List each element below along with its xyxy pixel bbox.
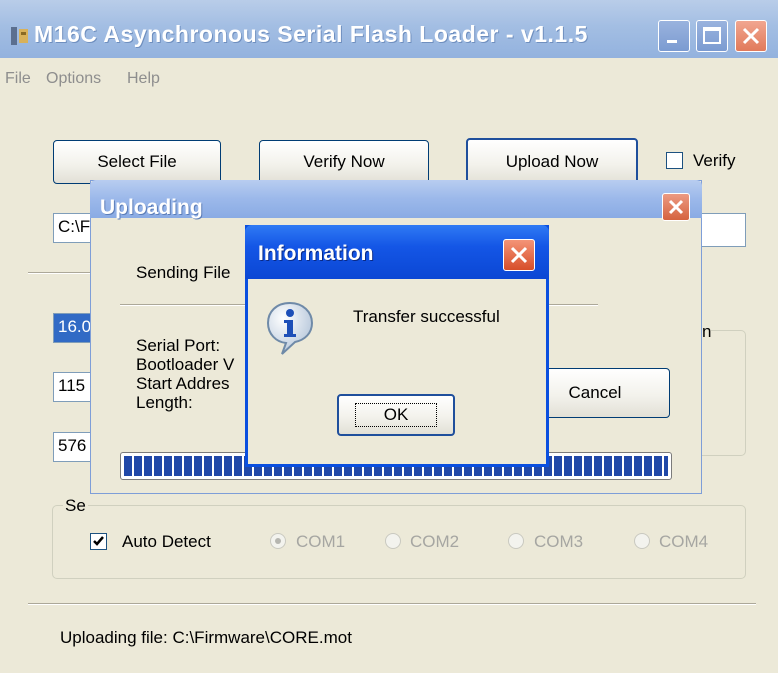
field-3[interactable]: 576 [53,432,93,462]
cancel-label: Cancel [568,383,622,402]
verify-checkbox[interactable] [666,152,683,169]
sending-file-label: Sending File [136,263,231,282]
menu-help[interactable]: Help [127,70,160,88]
length-label: Length: [136,393,193,412]
com1-label: COM1 [296,532,346,551]
menu-file[interactable]: File [5,70,31,88]
information-dialog-close-button[interactable] [503,239,535,271]
field-1[interactable]: 16.0 [53,313,93,343]
verify-now-label: Verify Now [303,152,385,171]
separator-top [28,272,92,274]
com1-radio[interactable] [270,533,286,549]
close-icon [510,246,528,264]
ok-button[interactable]: OK [337,394,455,436]
com3-label: COM3 [534,532,584,551]
status-text: Uploading file: C:\Firmware\CORE.mot [60,628,352,647]
serial-port-label: Serial Port: [136,336,221,355]
file-path-field-right[interactable] [700,213,746,247]
upload-now-button[interactable]: Upload Now [466,138,638,186]
verify-now-button[interactable]: Verify Now [259,140,429,184]
menu-bar [0,58,778,98]
ok-focus-rect: OK [354,403,438,427]
verify-checkbox-label: Verify [693,151,736,170]
com3-radio[interactable] [508,533,524,549]
auto-detect-checkbox[interactable] [90,533,107,550]
minimize-button[interactable] [658,20,690,52]
radio-selected-dot [275,538,281,544]
app-icon [11,27,28,45]
select-file-label: Select File [97,152,177,171]
checkmark-icon [93,536,104,546]
upload-info-labels: Serial Port: Bootloader V Start Addres L… [136,336,234,412]
com2-label: COM2 [410,532,460,551]
minimize-icon [667,40,677,43]
com4-label: COM4 [659,532,709,551]
start-address-label: Start Addres [136,374,230,393]
bootloader-version-label: Bootloader V [136,355,235,374]
upload-now-label: Upload Now [505,152,599,171]
close-icon [742,27,760,45]
menu-options[interactable]: Options [46,70,101,88]
information-dialog-title: Information [258,242,374,265]
com4-radio[interactable] [634,533,650,549]
maximize-icon [703,27,721,44]
serial-port-group-title: Se [63,496,88,516]
information-icon [266,301,314,355]
uploading-dialog-title: Uploading [100,196,203,219]
field-2[interactable]: 115 [53,372,93,402]
window-title: M16C Asynchronous Serial Flash Loader - … [34,21,588,47]
info-message: Transfer successful [353,307,500,326]
right-group-title: n [702,322,712,342]
maximize-button[interactable] [696,20,728,52]
select-file-button[interactable]: Select File [53,140,221,184]
close-button[interactable] [735,20,767,52]
auto-detect-label: Auto Detect [122,532,211,551]
close-icon [668,199,684,215]
com2-radio[interactable] [385,533,401,549]
separator-bottom [28,603,756,605]
ok-label: OK [383,405,409,424]
uploading-dialog-close-button[interactable] [662,193,690,221]
